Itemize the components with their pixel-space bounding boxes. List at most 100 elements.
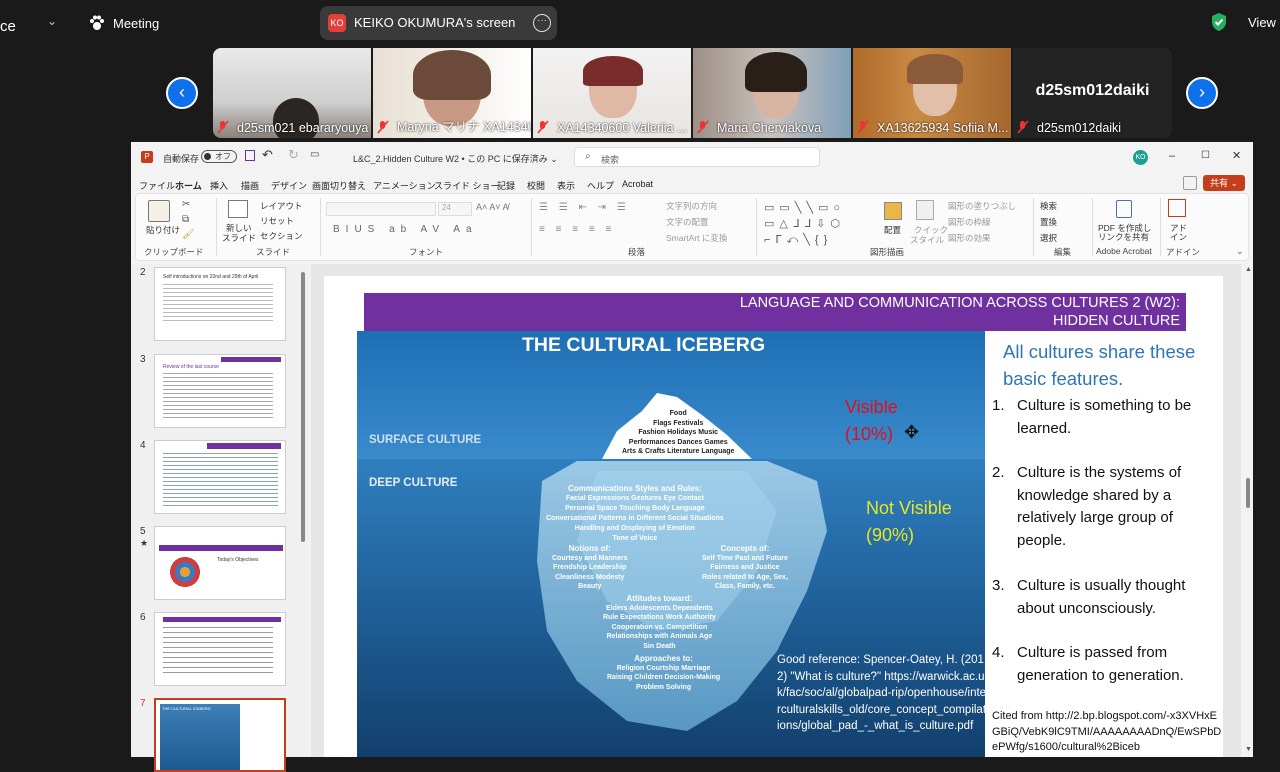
vertical-scrollbar[interactable]: ▲ ▼: [1243, 264, 1253, 757]
slide-thumbnail[interactable]: Review of the last course: [154, 354, 286, 428]
acrobat-group-label: Adobe Acrobat: [1096, 246, 1152, 256]
participant-name: XA13625934 Sofiia M...: [877, 121, 1009, 135]
minimize-button[interactable]: –: [1169, 150, 1175, 162]
document-title[interactable]: L&C_2.Hidden Culture W2 • この PC に保存済み ⌄: [353, 152, 558, 165]
slide-thumbnail[interactable]: [154, 440, 286, 514]
paste-icon[interactable]: [148, 200, 170, 222]
reset-button[interactable]: リセット: [260, 215, 294, 227]
select-button[interactable]: 選択: [1040, 232, 1057, 244]
slide-number: 3: [140, 354, 146, 365]
font-grow-shrink-icon[interactable]: A˄ A˅ A̸: [476, 202, 509, 212]
slide-thumbnail[interactable]: Today's Objectives: [154, 526, 286, 600]
font-size-select[interactable]: 24: [438, 202, 472, 216]
participant-tile[interactable]: Maria Cherviakova: [693, 48, 851, 138]
section-button[interactable]: セクション: [260, 230, 303, 242]
pdf-share-label-2[interactable]: リンクを共有: [1098, 231, 1149, 243]
comments-icon[interactable]: [1183, 176, 1197, 190]
slide-thumbnail[interactable]: [154, 612, 286, 686]
font-group-label: フォント: [409, 247, 444, 257]
view-button[interactable]: View: [1248, 15, 1276, 30]
format-painter-icon[interactable]: 🖌: [182, 229, 195, 240]
new-slide-label-2[interactable]: スライド: [222, 232, 256, 244]
present-icon[interactable]: ▭: [310, 149, 319, 160]
app-name-fragment: ce: [0, 18, 16, 35]
pdf-share-icon[interactable]: [1116, 200, 1132, 218]
good-reference-text: Good reference: Spencer-Oatey, H. (2012)…: [777, 654, 987, 732]
participant-tile[interactable]: XA14340600 Valeriia ...: [533, 48, 691, 138]
ribbon-tabs: ファイル ホーム 挿入 描画 デザイン 画面切り替え アニメーション スライド …: [131, 175, 1253, 195]
meeting-label[interactable]: Meeting: [113, 16, 159, 31]
muted-mic-icon: [537, 120, 549, 134]
arrange-label[interactable]: 配置: [884, 224, 901, 236]
close-button[interactable]: ✕: [1232, 149, 1241, 162]
list-icons[interactable]: ☰ ☰ ⇤ ⇥ ☰: [539, 202, 630, 213]
new-slide-icon[interactable]: [228, 200, 248, 218]
quick-style-icon[interactable]: [916, 200, 934, 220]
share-button[interactable]: 共有 ⌄: [1203, 175, 1245, 191]
previous-page-button[interactable]: ‹: [166, 77, 198, 109]
participant-tile[interactable]: XA13625934 Sofiia M...: [853, 48, 1011, 138]
quick-style-label-2[interactable]: スタイル: [910, 234, 944, 246]
slide-title-line2: HIDDEN CULTURE: [1052, 313, 1180, 329]
undo-icon[interactable]: ↶: [262, 147, 273, 163]
autosave-toggle[interactable]: オフ: [201, 150, 237, 163]
shape-fill-button[interactable]: 図形の塗りつぶし: [948, 200, 1016, 212]
tab-view[interactable]: 表示: [557, 179, 575, 192]
tab-acrobat[interactable]: Acrobat: [622, 179, 653, 189]
muted-mic-icon: [857, 120, 869, 134]
clipboard-group-label: クリップボード: [144, 247, 204, 257]
smartart-button[interactable]: SmartArt に変換: [666, 232, 727, 244]
paw-icon[interactable]: [88, 14, 106, 32]
tab-slideshow[interactable]: スライド ショー: [434, 179, 500, 192]
align-icons[interactable]: ≡ ≡ ≡ ≡ ≡: [539, 224, 615, 235]
replace-button[interactable]: 置換: [1040, 216, 1057, 228]
thumbnail-text: THE CULTURAL ICEBERG: [162, 706, 211, 711]
chevron-down-icon[interactable]: ⌄: [47, 14, 57, 28]
thumbnail-text: Today's Objectives: [217, 557, 259, 563]
muted-mic-icon: [1017, 120, 1029, 134]
search-box[interactable]: ⌕ 検索: [574, 147, 820, 167]
tab-insert[interactable]: 挿入: [210, 179, 228, 192]
addins-label-2[interactable]: イン: [1170, 231, 1187, 243]
tab-review[interactable]: 校閲: [527, 179, 545, 192]
redo-icon[interactable]: ↻: [288, 147, 299, 163]
tab-design[interactable]: デザイン: [271, 179, 307, 192]
more-options-icon[interactable]: ···: [533, 14, 551, 32]
participant-tile[interactable]: d25sm021 ebararyouya: [213, 48, 371, 138]
ribbon-collapse-icon[interactable]: ⌄: [1236, 246, 1244, 257]
save-icon[interactable]: [245, 150, 255, 161]
paste-label[interactable]: 貼り付け: [146, 224, 180, 236]
user-avatar[interactable]: KO: [1133, 150, 1148, 165]
find-button[interactable]: 検索: [1040, 200, 1057, 212]
arrange-icon[interactable]: [884, 202, 902, 220]
tab-animations[interactable]: アニメーション: [373, 179, 436, 192]
shape-effects-button[interactable]: 図形の効果: [948, 232, 991, 244]
slide-thumbnail-selected[interactable]: THE CULTURAL ICEBERG: [154, 698, 286, 772]
slide-thumbnail[interactable]: Self introductions on 22nd and 29th of A…: [154, 267, 286, 341]
maximize-button[interactable]: ☐: [1201, 150, 1210, 161]
copy-icon[interactable]: ⧉: [182, 214, 189, 225]
slide-thumbnails-pane[interactable]: 2 Self introductions on 22nd and 29th of…: [131, 264, 309, 772]
font-format-icons[interactable]: BIUS ab AV Aa: [333, 224, 478, 235]
share-label: 共有: [1209, 178, 1228, 188]
participant-tile[interactable]: Maryna マリナ XA14340...: [373, 48, 531, 138]
align-text-button[interactable]: 文字の配置: [666, 216, 709, 228]
next-page-button[interactable]: ›: [1186, 77, 1218, 109]
tab-help[interactable]: ヘルプ: [587, 179, 614, 192]
participant-name: Maria Cherviakova: [717, 121, 822, 135]
thumbnail-scrollbar[interactable]: [301, 272, 305, 542]
layout-button[interactable]: レイアウト: [260, 200, 303, 212]
shapes-gallery[interactable]: ▭▭╲╲▭○ ▭△ᒧᒧ⇩⬡ ⌐ᒥ⤺╲{}: [764, 200, 864, 248]
participant-tile[interactable]: d25sm012daiki d25sm012daiki: [1013, 48, 1172, 138]
font-name-select[interactable]: [326, 202, 436, 216]
cut-icon[interactable]: ✂: [182, 199, 190, 210]
shield-check-icon[interactable]: [1210, 12, 1228, 32]
text-direction-button[interactable]: 文字列の方向: [666, 200, 717, 212]
current-slide[interactable]: LANGUAGE AND COMMUNICATION ACROSS CULTUR…: [324, 276, 1223, 757]
tab-record[interactable]: 記録: [497, 179, 515, 192]
tab-draw[interactable]: 描画: [241, 179, 259, 192]
addins-icon[interactable]: [1168, 199, 1186, 217]
tab-transitions[interactable]: 画面切り替え: [312, 179, 366, 192]
tab-file[interactable]: ファイル: [139, 179, 175, 192]
shape-outline-button[interactable]: 図形の枠線: [948, 216, 991, 228]
